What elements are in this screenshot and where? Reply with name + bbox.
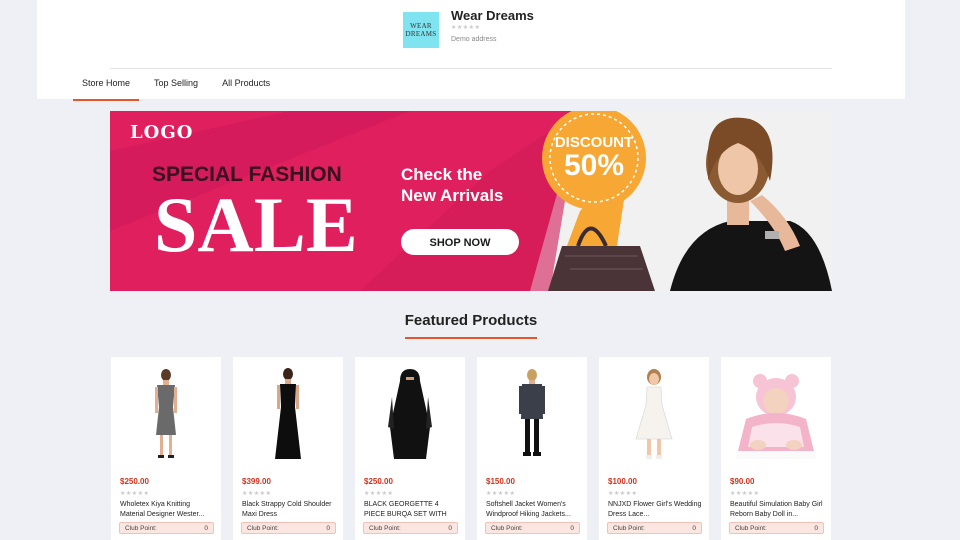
product-card[interactable]: $90.00 ★★★★★ Beautiful Simulation Baby G… [721,357,831,540]
product-image-black-burqa [355,363,465,467]
club-point-value: 0 [570,524,574,532]
product-name[interactable]: Black Strappy Cold Shoulder Maxi Dress [242,500,338,520]
product-name[interactable]: Wholetex Kiya Knitting Material Designer… [120,500,216,520]
product-rating-stars: ★★★★★ [486,491,516,497]
discount-value: 50% [564,149,624,182]
banner-sale-text: SALE [154,181,358,268]
featured-title-underline [405,337,537,339]
product-image-jacket [477,363,587,467]
product-image-grey-dress [111,363,221,467]
nav-store-home[interactable]: Store Home [73,69,140,101]
club-point-badge: Club Point: 0 [119,522,214,534]
banner-tagline-line2: New Arrivals [401,186,503,205]
promo-banner[interactable]: DISCOUNT 50% LOGO SPECIAL FASHION SALE C… [110,111,832,291]
product-rating-stars: ★★★★★ [730,491,760,497]
product-price: $150.00 [486,477,515,486]
club-point-label: Club Point: [369,524,401,532]
product-price: $100.00 [608,477,637,486]
store-logo-line2: DREAMS [405,30,437,38]
store-logo[interactable]: WEAR DREAMS [403,12,439,48]
club-point-label: Club Point: [247,524,279,532]
store-nav: Store Home Top Selling All Products [73,69,285,101]
product-card[interactable]: $100.00 ★★★★★ NNJXD Flower Girl's Weddin… [599,357,709,540]
product-grid: $250.00 ★★★★★ Wholetex Kiya Knitting Mat… [111,357,843,540]
nav-all-products[interactable]: All Products [213,69,279,101]
club-point-value: 0 [692,524,696,532]
product-price: $399.00 [242,477,271,486]
product-image-black-maxi-dress [233,363,343,467]
banner-tagline-line1: Check the [401,165,482,184]
club-point-badge: Club Point: 0 [485,522,580,534]
store-logo-line1: WEAR [410,22,432,30]
product-card[interactable]: $250.00 ★★★★★ BLACK GEORGETTE 4 PIECE BU… [355,357,465,540]
product-name[interactable]: Beautiful Simulation Baby Girl Reborn Ba… [730,500,826,520]
product-rating-stars: ★★★★★ [120,491,150,497]
club-point-value: 0 [448,524,452,532]
product-rating-stars: ★★★★★ [242,491,272,497]
store-address: Demo address [451,36,497,43]
banner-logo-text: LOGO [130,122,193,143]
product-card[interactable]: $150.00 ★★★★★ Softshell Jacket Women's W… [477,357,587,540]
product-image-reborn-baby-doll [721,363,831,467]
shop-now-label: SHOP NOW [430,237,492,249]
club-point-label: Club Point: [613,524,645,532]
club-point-value: 0 [326,524,330,532]
product-image-white-girls-dress [599,363,709,467]
club-point-label: Club Point: [491,524,523,532]
club-point-badge: Club Point: 0 [729,522,824,534]
product-price: $90.00 [730,477,755,486]
club-point-label: Club Point: [735,524,767,532]
product-price: $250.00 [120,477,149,486]
store-brand: WEAR DREAMS Wear Dreams ★★★★★ Demo addre… [403,6,534,48]
product-rating-stars: ★★★★★ [608,491,638,497]
club-point-label: Club Point: [125,524,157,532]
store-name: Wear Dreams [451,8,534,23]
club-point-badge: Club Point: 0 [363,522,458,534]
product-name[interactable]: NNJXD Flower Girl's Wedding Dress Lace..… [608,500,704,520]
shop-now-button[interactable]: SHOP NOW [401,229,519,255]
product-name[interactable]: BLACK GEORGETTE 4 PIECE BURQA SET WITH N… [364,500,460,520]
product-card[interactable]: $399.00 ★★★★★ Black Strappy Cold Shoulde… [233,357,343,540]
product-rating-stars: ★★★★★ [364,491,394,497]
club-point-value: 0 [814,524,818,532]
product-price: $250.00 [364,477,393,486]
store-rating-stars: ★★★★★ [451,25,481,31]
club-point-value: 0 [204,524,208,532]
nav-top-selling[interactable]: Top Selling [145,69,207,101]
featured-products-title: Featured Products [404,312,538,329]
product-name[interactable]: Softshell Jacket Women's Windproof Hikin… [486,500,582,520]
club-point-badge: Club Point: 0 [241,522,336,534]
club-point-badge: Club Point: 0 [607,522,702,534]
product-card[interactable]: $250.00 ★★★★★ Wholetex Kiya Knitting Mat… [111,357,221,540]
